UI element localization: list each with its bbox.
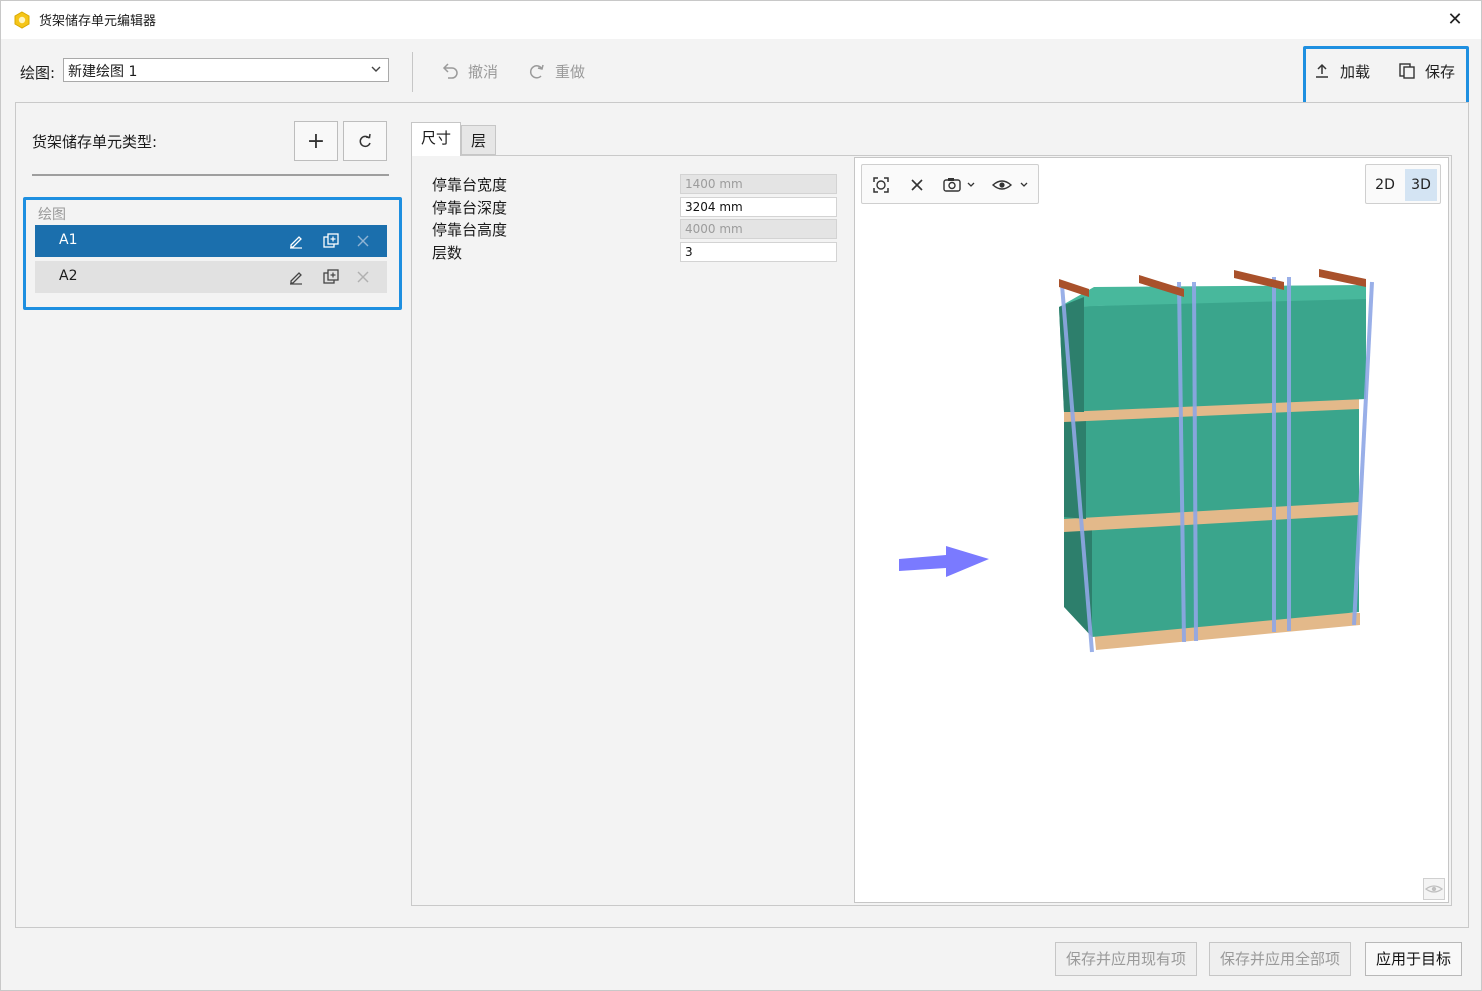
toolbar-separator: [412, 52, 413, 92]
refresh-icon: [359, 133, 371, 148]
close-window-button[interactable]: ✕: [1441, 7, 1469, 33]
levels-field[interactable]: [680, 242, 837, 262]
list-item-label: A2: [59, 268, 78, 284]
height-field[interactable]: [680, 219, 837, 239]
undo-button[interactable]: 撤消: [440, 59, 498, 83]
depth-field[interactable]: [680, 197, 837, 217]
list-group-label: 绘图: [38, 207, 66, 223]
drawing-select-value: 新建绘图 1: [68, 64, 138, 80]
visibility-corner-button[interactable]: [1423, 878, 1445, 900]
app-icon: [14, 11, 30, 29]
toggle-2d-button[interactable]: 2D: [1369, 169, 1401, 201]
window-title: 货架储存单元编辑器: [39, 14, 157, 29]
editor-window: 货架储存单元编辑器 ✕ 绘图: 新建绘图 1 撤消 重做 加载 保存 货架储存单…: [0, 0, 1482, 991]
camera-icon[interactable]: [942, 175, 980, 195]
left-divider: [32, 174, 389, 176]
delete-icon[interactable]: [354, 232, 372, 250]
redo-label: 重做: [555, 62, 586, 81]
prop-label-height: 停靠台高度: [432, 221, 508, 239]
save-apply-all-button[interactable]: 保存并应用全部项: [1209, 942, 1352, 976]
list-item-a1[interactable]: A1: [35, 225, 387, 257]
prop-label-width: 停靠台宽度: [432, 176, 508, 194]
eye-icon[interactable]: [991, 175, 1033, 195]
load-save-highlight: [1303, 46, 1469, 107]
delete-icon[interactable]: [354, 268, 372, 286]
storage-unit-types-label: 货架储存单元类型:: [32, 133, 158, 151]
direction-arrow-icon: [899, 546, 989, 577]
save-apply-existing-button[interactable]: 保存并应用现有项: [1055, 942, 1198, 976]
rack-3d-scene: [899, 269, 1374, 653]
close-icon[interactable]: [907, 175, 927, 195]
toggle-3d-button[interactable]: 3D: [1405, 169, 1437, 201]
title-bar: 货架储存单元编辑器 ✕: [1, 1, 1481, 39]
refresh-button[interactable]: [343, 121, 387, 161]
edit-icon[interactable]: [287, 268, 305, 286]
duplicate-icon[interactable]: [322, 232, 340, 250]
eye-icon: [1424, 885, 1444, 893]
chevron-down-icon: [371, 66, 381, 72]
drawing-label: 绘图:: [20, 64, 56, 82]
drawing-select[interactable]: 新建绘图 1: [63, 58, 389, 82]
undo-label: 撤消: [468, 62, 499, 81]
width-field[interactable]: [680, 174, 837, 194]
list-item-label: A1: [59, 232, 78, 248]
tab-layer[interactable]: 层: [461, 125, 497, 155]
prop-label-levels: 层数: [432, 244, 463, 262]
list-item-a2[interactable]: A2: [35, 261, 387, 293]
edit-icon[interactable]: [287, 232, 305, 250]
duplicate-icon[interactable]: [322, 268, 340, 286]
add-type-button[interactable]: +: [294, 121, 338, 161]
tab-size[interactable]: 尺寸: [411, 122, 462, 156]
viewer-toolbar: [861, 164, 1039, 204]
apply-to-target-button[interactable]: 应用于目标: [1365, 942, 1463, 976]
prop-label-depth: 停靠台深度: [432, 199, 508, 217]
redo-button[interactable]: 重做: [527, 59, 585, 83]
dimension-toggle: 2D 3D: [1365, 164, 1441, 204]
redo-icon: [529, 64, 544, 79]
undo-icon: [442, 63, 458, 79]
top-toolbar: 绘图: 新建绘图 1 撤消 重做 加载 保存: [1, 39, 1481, 101]
zoom-fit-icon[interactable]: [871, 175, 891, 195]
